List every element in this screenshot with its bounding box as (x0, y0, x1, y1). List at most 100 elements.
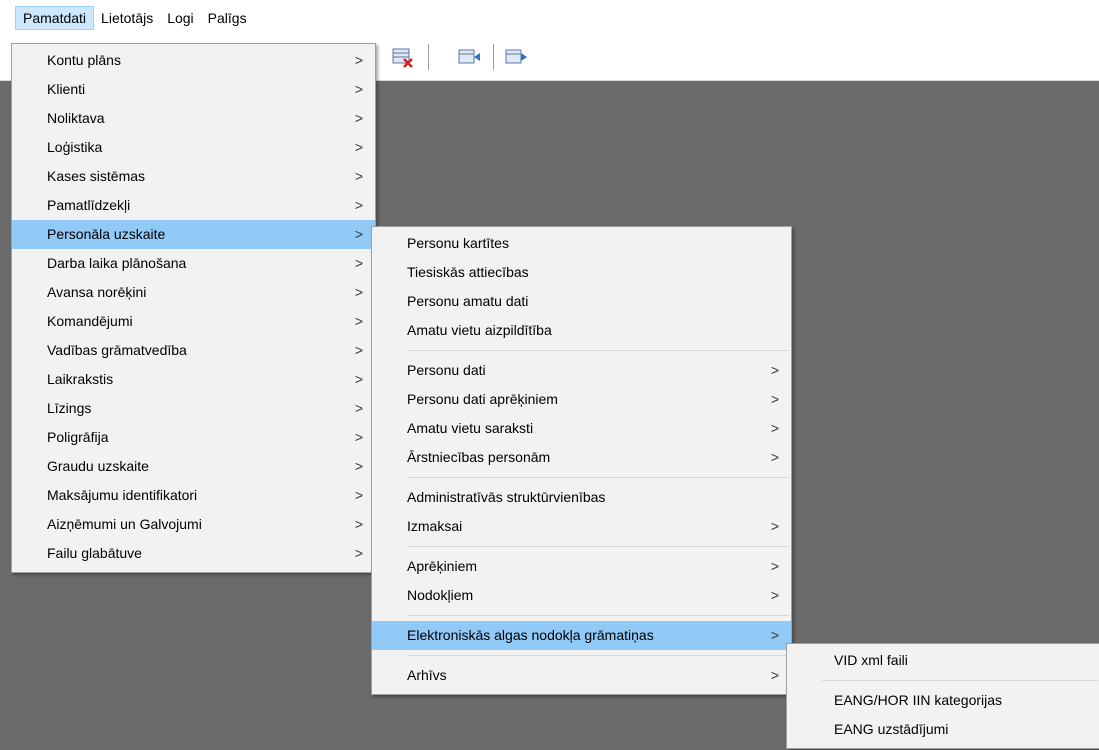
menu-item-aiznemumi-un-galvojumi[interactable]: Aizņēmumi un Galvojumi > (12, 510, 375, 539)
menu-item-eang-hor-iin-kategorijas[interactable]: EANG/HOR IIN kategorijas (787, 686, 1099, 715)
chevron-right-icon: > (354, 371, 363, 387)
menu-item-klienti[interactable]: Klienti > (12, 75, 375, 104)
chevron-right-icon: > (770, 391, 779, 407)
chevron-right-icon: > (354, 255, 363, 271)
menu-item-label: Personu amatu dati (407, 293, 529, 309)
menu-item-maksajumu-identifikatori[interactable]: Maksājumu identifikatori > (12, 481, 375, 510)
menu-item-poligrafija[interactable]: Poligrāfija > (12, 423, 375, 452)
menu-separator (407, 350, 789, 351)
menu-item-label: Personu kartītes (407, 235, 509, 251)
menu-item-personala-uzskaite[interactable]: Personāla uzskaite > (12, 220, 375, 249)
menu-item-personu-kartites[interactable]: Personu kartītes (372, 229, 791, 258)
menu-item-label: Kontu plāns (47, 52, 121, 68)
menu-item-label: Pamatlīdzekļi (47, 197, 131, 213)
menu-logi[interactable]: Logi (160, 6, 200, 30)
menu-separator (407, 615, 789, 616)
menu-item-avansa-norekini[interactable]: Avansa norēķini > (12, 278, 375, 307)
menu-item-label: Tiesiskās attiecības (407, 264, 529, 280)
chevron-right-icon: > (354, 400, 363, 416)
menu-item-darba-laika-planosana[interactable]: Darba laika plānošana > (12, 249, 375, 278)
menu-separator (822, 680, 1098, 681)
menu-item-tiesiskas-attiecibas[interactable]: Tiesiskās attiecības (372, 258, 791, 287)
chevron-right-icon: > (354, 429, 363, 445)
menu-item-label: Vadības grāmatvedība (47, 342, 187, 358)
chevron-right-icon: > (354, 52, 363, 68)
menu-item-label: Maksājumu identifikatori (47, 487, 198, 503)
menu-item-label: Amatu vietu saraksti (407, 420, 534, 436)
menu-item-label: Ārstniecības personām (407, 449, 551, 465)
menu-item-amatu-vietu-aizpilditiba[interactable]: Amatu vietu aizpildītība (372, 316, 791, 345)
menu-item-label: Elektroniskās algas nodokļa grāmatiņas (407, 627, 654, 643)
pamatdati-dropdown: Kontu plāns > Klienti > Noliktava > Loģistika >… (11, 43, 376, 573)
menu-item-label: Amatu vietu aizpildītība (407, 322, 552, 338)
menu-item-vadibas-gramatvediba[interactable]: Vadības grāmatvedība > (12, 336, 375, 365)
chevron-right-icon: > (770, 667, 779, 683)
menu-item-personu-dati[interactable]: Personu dati > (372, 356, 791, 385)
menu-item-label: Aizņēmumi un Galvojumi (47, 516, 202, 532)
chevron-right-icon: > (354, 487, 363, 503)
delete-record-icon[interactable] (390, 44, 416, 70)
menu-item-graudu-uzskaite[interactable]: Graudu uzskaite > (12, 452, 375, 481)
menu-item-kases-sistemas[interactable]: Kases sistēmas > (12, 162, 375, 191)
menu-item-label: Laikrakstis (47, 371, 114, 387)
menu-item-label: Personāla uzskaite (47, 226, 166, 242)
menu-item-label: Avansa norēķini (47, 284, 147, 300)
previous-record-icon[interactable] (456, 44, 482, 70)
menu-pamatdati[interactable]: Pamatdati (15, 6, 95, 30)
menu-item-label: Kases sistēmas (47, 168, 146, 184)
menu-item-amatu-vietu-saraksti[interactable]: Amatu vietu saraksti > (372, 414, 791, 443)
menu-item-label: Nodokļiem (407, 587, 474, 603)
chevron-right-icon: > (354, 139, 363, 155)
next-record-icon[interactable] (503, 44, 529, 70)
menu-item-lizings[interactable]: Līzings > (12, 394, 375, 423)
chevron-right-icon: > (354, 516, 363, 532)
menu-item-nodokliem[interactable]: Nodokļiem > (372, 581, 791, 610)
chevron-right-icon: > (770, 558, 779, 574)
menu-item-komandejumi[interactable]: Komandējumi > (12, 307, 375, 336)
menu-item-label: Noliktava (47, 110, 105, 126)
menu-separator (407, 546, 789, 547)
menu-item-label: VID xml faili (834, 652, 908, 668)
chevron-right-icon: > (770, 627, 779, 643)
menu-item-label: Arhīvs (407, 667, 447, 683)
chevron-right-icon: > (770, 420, 779, 436)
menu-item-label: Izmaksai (407, 518, 463, 534)
menu-bar: Pamatdati Lietotājs Logi Palīgs (0, 0, 1099, 32)
menu-item-label: Administratīvās struktūrvienības (407, 489, 606, 505)
menu-paligs[interactable]: Palīgs (201, 6, 254, 30)
menu-item-noliktava[interactable]: Noliktava > (12, 104, 375, 133)
menu-item-label: Graudu uzskaite (47, 458, 149, 474)
menu-item-aprekiniem[interactable]: Aprēķiniem > (372, 552, 791, 581)
chevron-right-icon: > (354, 545, 363, 561)
menu-item-administrativas-strukturvienibas[interactable]: Administratīvās struktūrvienības (372, 483, 791, 512)
menu-item-laikrakstis[interactable]: Laikrakstis > (12, 365, 375, 394)
toolbar-separator (493, 44, 494, 70)
menu-item-personu-amatu-dati[interactable]: Personu amatu dati (372, 287, 791, 316)
menu-item-pamatlidzekli[interactable]: Pamatlīdzekļi > (12, 191, 375, 220)
toolbar-separator (428, 44, 429, 70)
menu-item-izmaksai[interactable]: Izmaksai > (372, 512, 791, 541)
chevron-right-icon: > (354, 81, 363, 97)
menu-item-label: Personu dati aprēķiniem (407, 391, 558, 407)
menu-item-eang-uzstadijumi[interactable]: EANG uzstādījumi (787, 715, 1099, 744)
chevron-right-icon: > (354, 168, 363, 184)
menu-separator (407, 477, 789, 478)
chevron-right-icon: > (770, 362, 779, 378)
menu-item-logistika[interactable]: Loģistika > (12, 133, 375, 162)
menu-item-personu-dati-aprekiniem[interactable]: Personu dati aprēķiniem > (372, 385, 791, 414)
eang-submenu: VID xml faili EANG/HOR IIN kategorijas EAN… (786, 643, 1099, 749)
chevron-right-icon: > (354, 284, 363, 300)
menu-item-label: Komandējumi (47, 313, 133, 329)
menu-item-label: Failu glabātuve (47, 545, 142, 561)
menu-item-elektroniskas-algas-nodokla-gramatinas[interactable]: Elektroniskās algas nodokļa grāmatiņas > (372, 621, 791, 650)
menu-item-label: EANG/HOR IIN kategorijas (834, 692, 1003, 708)
menu-item-failu-glabatuve[interactable]: Failu glabātuve > (12, 539, 375, 568)
menu-item-arstniecibas-personam[interactable]: Ārstniecības personām > (372, 443, 791, 472)
menu-item-kontu-plans[interactable]: Kontu plāns > (12, 46, 375, 75)
menu-item-label: Personu dati (407, 362, 486, 378)
menu-lietotajs[interactable]: Lietotājs (94, 6, 160, 30)
menu-separator (407, 655, 789, 656)
menu-item-label: EANG uzstādījumi (834, 721, 949, 737)
menu-item-vid-xml-faili[interactable]: VID xml faili (787, 646, 1099, 675)
menu-item-arhivs[interactable]: Arhīvs > (372, 661, 791, 690)
